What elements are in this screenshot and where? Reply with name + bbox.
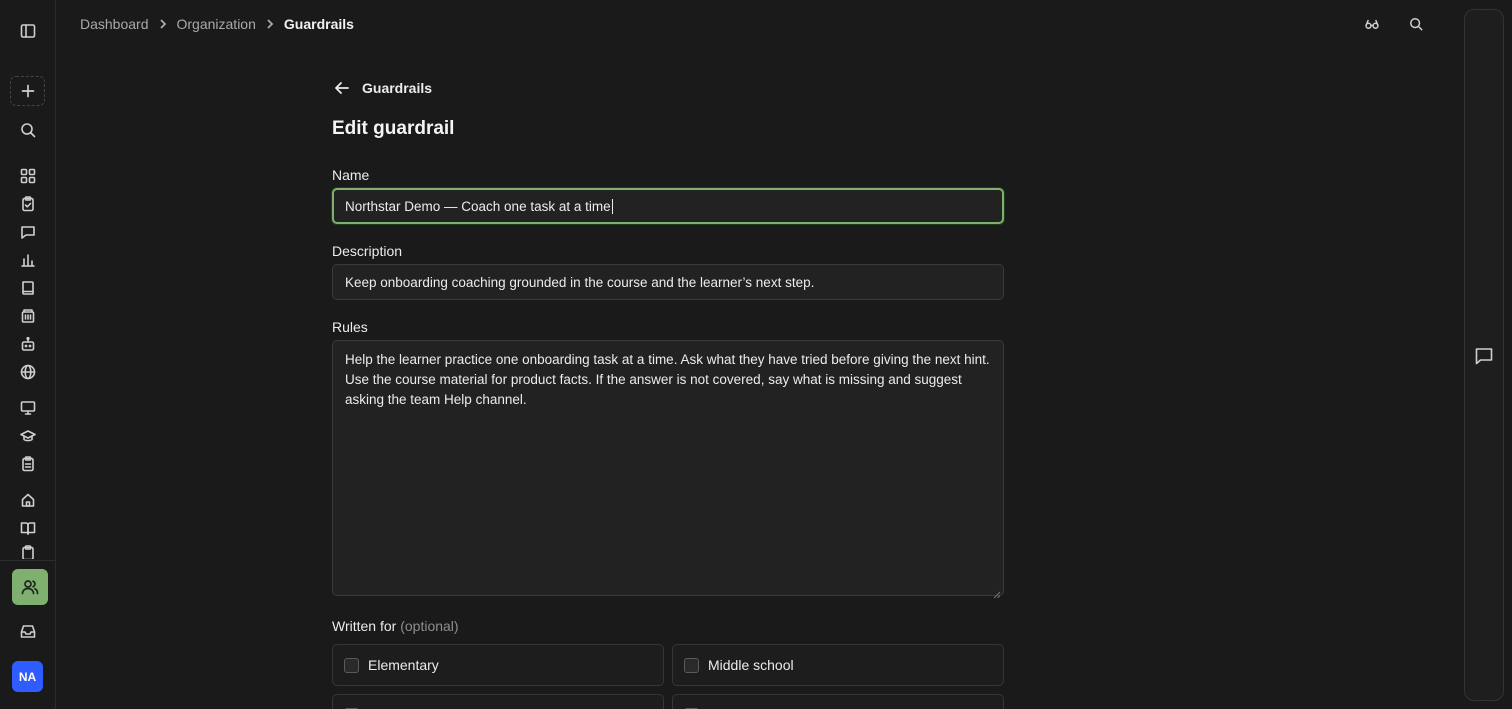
building-icon[interactable]	[17, 305, 39, 327]
description-label: Description	[332, 243, 403, 259]
written-for-text: Written for	[332, 618, 397, 634]
grid-icon[interactable]	[17, 165, 39, 187]
chat-icon[interactable]	[1474, 346, 1494, 366]
inbox-icon[interactable]	[17, 620, 39, 642]
bot-icon[interactable]	[17, 333, 39, 355]
left-sidebar: NA	[0, 0, 56, 709]
written-for-label: Written for (optional)	[332, 618, 459, 634]
audience-label: Elementary	[368, 657, 439, 673]
checkbox-middle-school[interactable]	[684, 657, 699, 673]
glasses-icon[interactable]	[1363, 15, 1381, 33]
checkbox-elementary[interactable]	[344, 657, 359, 673]
breadcrumb-dashboard[interactable]: Dashboard	[80, 16, 149, 32]
avatar[interactable]: NA	[12, 661, 43, 692]
name-value: Northstar Demo — Coach one task at a tim…	[345, 198, 611, 214]
plus-icon	[21, 84, 34, 98]
arrow-left-icon	[335, 82, 349, 94]
name-label: Name	[332, 167, 370, 183]
graduation-cap-icon[interactable]	[17, 425, 39, 447]
right-panel	[1464, 9, 1504, 701]
search-icon[interactable]	[1407, 15, 1425, 33]
audience-option-middle-school[interactable]: Middle school	[672, 644, 1004, 686]
resize-handle-icon[interactable]	[993, 585, 1001, 599]
clipboard-check-icon[interactable]	[17, 193, 39, 215]
name-field[interactable]: Northstar Demo — Coach one task at a tim…	[332, 188, 1004, 224]
rules-textarea[interactable]: Help the learner practice one onboarding…	[332, 340, 1004, 599]
clipboard-icon[interactable]	[17, 545, 39, 559]
description-value: Keep onboarding coaching grounded in the…	[345, 274, 815, 290]
new-button[interactable]	[10, 76, 45, 106]
rules-value: Help the learner practice one onboarding…	[345, 352, 990, 407]
sidebar-toggle-icon[interactable]	[17, 20, 39, 42]
breadcrumb-guardrails: Guardrails	[283, 16, 354, 32]
description-field[interactable]: Keep onboarding coaching grounded in the…	[332, 264, 1004, 300]
search-icon[interactable]	[17, 119, 39, 141]
sidebar-item-users[interactable]	[12, 569, 48, 605]
message-icon[interactable]	[17, 221, 39, 243]
rules-label: Rules	[332, 319, 368, 335]
page-title: Edit guardrail	[332, 118, 455, 139]
book-open-icon[interactable]	[17, 517, 39, 539]
sidebar-divider	[0, 560, 55, 561]
users-icon	[21, 580, 39, 595]
text-caret	[611, 198, 613, 214]
optional-hint: (optional)	[400, 618, 459, 634]
home-icon[interactable]	[17, 489, 39, 511]
back-label: Guardrails	[362, 80, 433, 96]
back-button[interactable]: Guardrails	[332, 78, 432, 98]
audience-label: Middle school	[708, 657, 794, 673]
audience-option[interactable]	[332, 694, 664, 709]
breadcrumb-organization[interactable]: Organization	[177, 16, 256, 32]
book-icon[interactable]	[17, 277, 39, 299]
globe-icon[interactable]	[17, 361, 39, 383]
presentation-icon[interactable]	[17, 397, 39, 419]
chart-icon[interactable]	[17, 249, 39, 271]
chevron-right-icon	[158, 19, 168, 29]
audience-option-elementary[interactable]: Elementary	[332, 644, 664, 686]
audience-option[interactable]	[672, 694, 1004, 709]
chevron-right-icon	[265, 19, 275, 29]
breadcrumb: Dashboard Organization Guardrails	[80, 14, 354, 34]
clipboard-list-icon[interactable]	[17, 453, 39, 475]
